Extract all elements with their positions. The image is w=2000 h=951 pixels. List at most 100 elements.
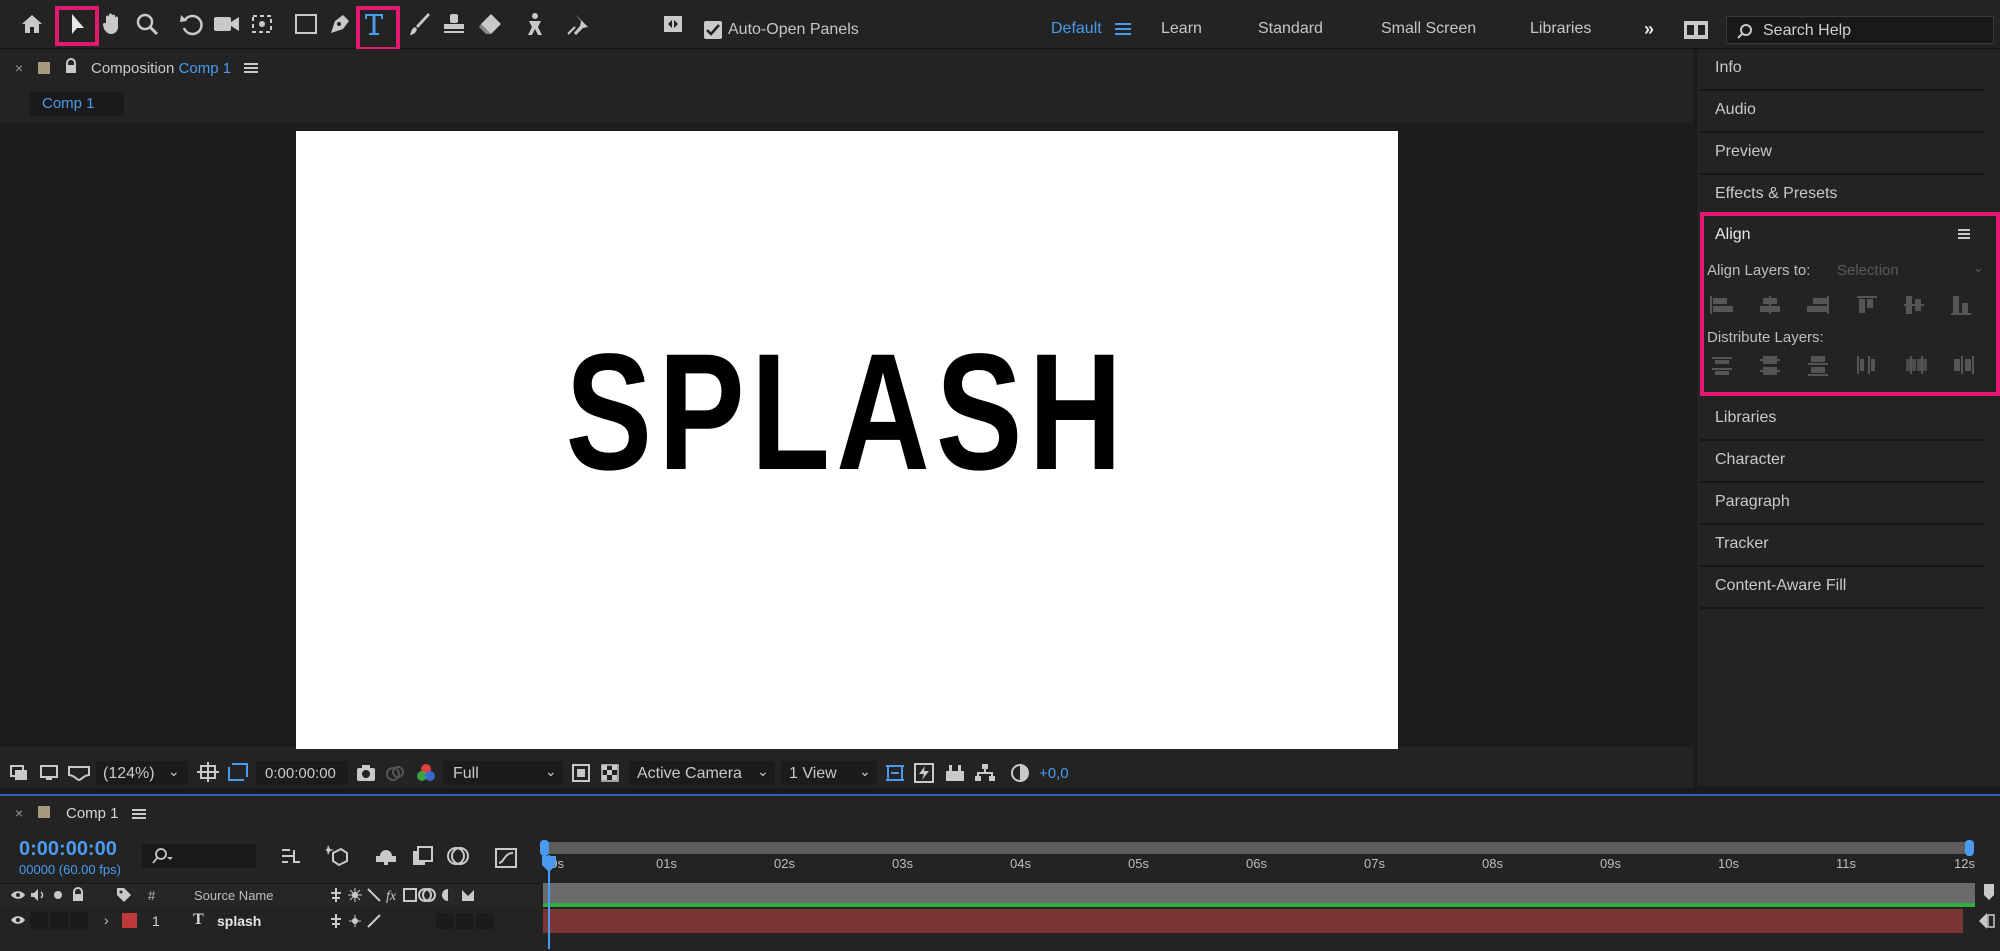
resolution-dropdown[interactable]: Full ⌄ — [443, 761, 563, 785]
always-preview-icon[interactable] — [10, 764, 28, 782]
zoom-dropdown[interactable]: (124%) ⌄ — [96, 761, 188, 785]
work-area-start-handle[interactable] — [540, 840, 549, 856]
panel-info[interactable]: Info — [1700, 49, 1984, 91]
lock-column-icon[interactable] — [72, 887, 84, 902]
workspace-small-screen[interactable]: Small Screen — [1381, 20, 1476, 38]
comp-mini-flowchart-icon[interactable] — [280, 846, 304, 866]
home-icon[interactable] — [16, 8, 48, 40]
fast-previews-icon[interactable] — [572, 764, 590, 782]
workspace-learn[interactable]: Learn — [1161, 20, 1202, 38]
exposure-reset-icon[interactable] — [1010, 763, 1030, 783]
monitor-icon[interactable] — [40, 764, 58, 782]
zoom-tool-icon[interactable] — [131, 8, 163, 40]
label-tag-icon[interactable] — [116, 887, 132, 903]
layer-end-keyframe-icon[interactable] — [1977, 911, 1995, 931]
panel-libraries[interactable]: Libraries — [1700, 399, 1984, 441]
more-workspaces-icon[interactable]: » — [1644, 19, 1654, 40]
panel-content-aware-fill[interactable]: Content-Aware Fill — [1700, 567, 1984, 609]
hide-shy-layers-icon[interactable] — [374, 846, 398, 866]
region-of-interest-icon[interactable] — [227, 762, 249, 782]
timeline-menu-icon[interactable] — [132, 808, 146, 820]
panel-menu-icon[interactable] — [244, 62, 258, 74]
panel-preview[interactable]: Preview — [1700, 133, 1984, 175]
search-help-field[interactable]: Search Help — [1726, 16, 1994, 44]
splash-text-layer[interactable]: SPLASH — [417, 330, 1277, 496]
rotation-tool-icon[interactable] — [176, 8, 208, 40]
lock-icon[interactable] — [64, 58, 78, 74]
layer-expand-chevron-icon[interactable]: › — [104, 912, 109, 928]
work-area-bar[interactable] — [540, 842, 1972, 854]
timeline-search-field[interactable] — [142, 844, 256, 868]
panel-preview-label: Preview — [1715, 143, 1772, 160]
composition-tab-label[interactable]: Composition Comp 1 — [91, 60, 231, 77]
auto-open-panels-checkbox[interactable] — [704, 21, 722, 39]
resolution-grid-icon[interactable] — [197, 762, 219, 782]
close-timeline-icon[interactable]: × — [15, 805, 23, 821]
layer-lock-toggle[interactable] — [70, 912, 88, 930]
solo-dot-icon[interactable] — [54, 891, 62, 899]
pen-tool-icon[interactable] — [324, 8, 356, 40]
puppet-pin-tool-icon[interactable] — [562, 8, 594, 40]
transparency-grid-icon[interactable] — [601, 764, 619, 782]
panel-tracker[interactable]: Tracker — [1700, 525, 1984, 567]
draft-3d-icon[interactable] — [325, 843, 349, 867]
current-time-indicator-head[interactable] — [541, 855, 557, 873]
close-tab-icon[interactable]: × — [15, 60, 23, 76]
ruler-tick-9: 09s — [1600, 856, 1621, 871]
column-source-name-header[interactable]: Source Name — [194, 888, 273, 903]
video-eye-icon[interactable] — [10, 888, 26, 902]
layer-label-color[interactable] — [122, 913, 137, 928]
work-area-end-handle[interactable] — [1965, 840, 1974, 856]
pan-behind-tool-icon[interactable] — [246, 8, 278, 40]
panel-content-aware-fill-label: Content-Aware Fill — [1715, 577, 1847, 594]
workspace-standard[interactable]: Standard — [1258, 20, 1323, 38]
workspace-menu-icon[interactable] — [1115, 22, 1131, 36]
graph-editor-icon[interactable] — [494, 845, 518, 869]
layer-source-name[interactable]: splash — [217, 913, 261, 929]
eraser-tool-icon[interactable] — [474, 8, 506, 40]
view-layout-dropdown[interactable]: 1 View ⌄ — [781, 761, 877, 785]
toggle-pixel-aspect-icon[interactable] — [884, 763, 906, 783]
layer-visibility-eye-icon[interactable] — [10, 913, 26, 927]
svg-text:fx: fx — [386, 889, 397, 903]
audio-speaker-icon[interactable] — [30, 888, 46, 902]
brush-tool-icon[interactable] — [404, 8, 436, 40]
snapshot-camera-icon[interactable] — [356, 764, 376, 782]
fast-preview-bolt-icon[interactable] — [914, 763, 934, 783]
panel-dock-icon[interactable] — [657, 8, 689, 40]
layer-solo-toggle[interactable] — [50, 912, 68, 930]
panel-paragraph[interactable]: Paragraph — [1700, 483, 1984, 525]
clone-stamp-tool-icon[interactable] — [438, 8, 470, 40]
current-time-field[interactable]: 0:00:00:00 — [256, 761, 348, 785]
layer-duration-bar[interactable] — [543, 909, 1963, 933]
layer-row[interactable]: › 1 T splash — [0, 908, 540, 933]
column-index-header: # — [148, 888, 156, 903]
motion-blur-icon[interactable] — [446, 845, 470, 867]
channel-rgb-icon[interactable] — [416, 763, 436, 783]
roto-brush-tool-icon[interactable] — [519, 8, 551, 40]
timeline-current-time[interactable]: 0:00:00:00 — [19, 838, 117, 861]
flowchart-icon[interactable] — [974, 763, 996, 783]
camera-tool-icon[interactable] — [211, 8, 243, 40]
camera-view-dropdown[interactable]: Active Camera ⌄ — [629, 761, 775, 785]
panel-character[interactable]: Character — [1700, 441, 1984, 483]
workspace-default[interactable]: Default — [1051, 20, 1102, 38]
panel-effects-presets[interactable]: Effects & Presets — [1700, 175, 1984, 217]
frame-blending-icon[interactable] — [412, 845, 434, 867]
show-snapshot-icon[interactable] — [385, 764, 405, 782]
workspace-libraries[interactable]: Libraries — [1530, 20, 1591, 38]
mask-view-icon[interactable] — [68, 765, 90, 781]
panel-tracker-label: Tracker — [1715, 535, 1769, 552]
exposure-value[interactable]: +0,0 — [1039, 765, 1069, 782]
comp-breadcrumb[interactable]: Comp 1 — [30, 92, 124, 116]
hand-tool-icon[interactable] — [96, 8, 128, 40]
workspace-layout-icon[interactable] — [1683, 20, 1709, 40]
rectangle-tool-icon[interactable] — [290, 8, 322, 40]
layer-switches[interactable] — [330, 912, 530, 930]
ruler-tick-6: 06s — [1246, 856, 1267, 871]
layer-audio-toggle[interactable] — [30, 912, 48, 930]
panel-audio[interactable]: Audio — [1700, 91, 1984, 133]
timeline-link-icon[interactable] — [944, 763, 966, 783]
ruler-tick-1: 01s — [656, 856, 677, 871]
timeline-tab-label[interactable]: Comp 1 — [66, 805, 119, 822]
